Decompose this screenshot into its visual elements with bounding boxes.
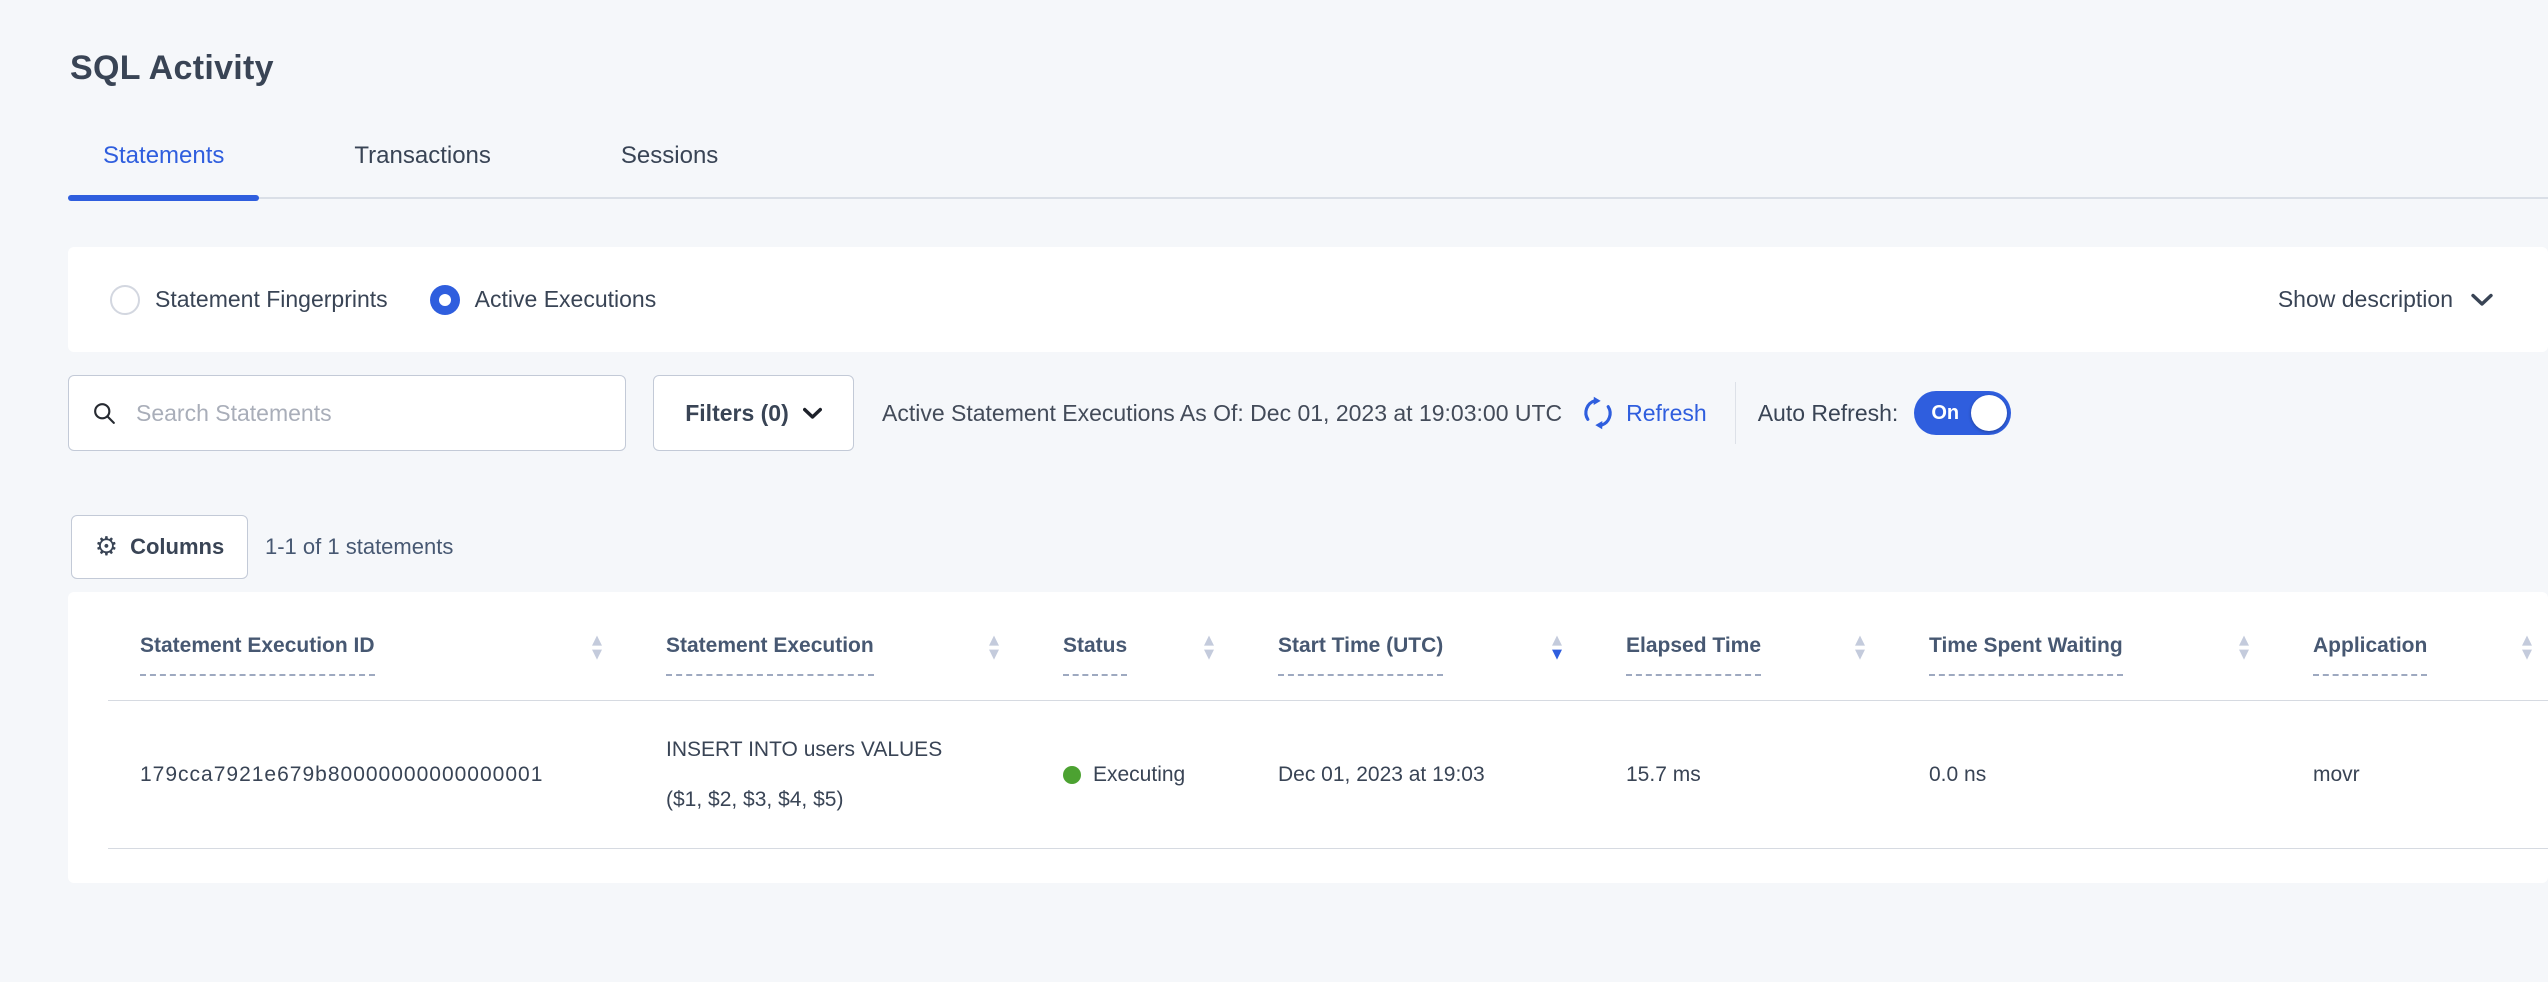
column-header-start-time[interactable]: Start Time (UTC) ▲▼	[1278, 634, 1626, 700]
tab-sessions[interactable]: Sessions	[586, 142, 753, 197]
column-header-status[interactable]: Status ▲▼	[1063, 634, 1278, 700]
tab-transactions[interactable]: Transactions	[319, 142, 526, 197]
statements-table-card: Statement Execution ID ▲▼ Statement Exec…	[68, 592, 2548, 883]
cell-start-time: Dec 01, 2023 at 19:03	[1278, 763, 1626, 787]
auto-refresh-toggle[interactable]: On	[1914, 391, 2011, 435]
column-header-time-spent-waiting[interactable]: Time Spent Waiting ▲▼	[1929, 634, 2313, 700]
sort-arrows-icon: ▲▼	[2522, 635, 2532, 660]
column-header-elapsed-time[interactable]: Elapsed Time ▲▼	[1626, 634, 1929, 700]
cell-elapsed-time: 15.7 ms	[1626, 763, 1929, 787]
cell-statement: INSERT INTO users VALUES ($1, $2, $3, $4…	[666, 725, 1063, 825]
chevron-down-icon	[2471, 293, 2493, 307]
controls-row: Filters (0) Active Statement Executions …	[68, 375, 2011, 451]
refresh-button[interactable]: Refresh	[1580, 395, 1707, 431]
radio-selected-icon	[430, 285, 460, 315]
toggle-state-label: On	[1931, 402, 1959, 425]
show-description-toggle[interactable]: Show description	[2278, 286, 2493, 313]
result-count: 1-1 of 1 statements	[265, 534, 453, 560]
refresh-label: Refresh	[1626, 400, 1707, 427]
vertical-divider	[1735, 382, 1736, 444]
filters-label: Filters (0)	[685, 400, 789, 427]
sort-arrows-icon: ▲▼	[592, 635, 602, 660]
cell-application: movr	[2313, 763, 2548, 787]
cell-execution-id: 179cca7921e679b80000000000000001	[108, 763, 666, 787]
status-dot-icon	[1063, 766, 1081, 784]
sort-arrows-icon: ▲▼	[1855, 635, 1865, 660]
search-box	[68, 375, 626, 451]
chevron-down-icon	[803, 407, 822, 420]
sort-arrows-icon: ▲▼	[2239, 635, 2249, 660]
view-mode-radio-group: Statement Fingerprints Active Executions	[110, 285, 656, 315]
column-header-application[interactable]: Application ▲▼	[2313, 634, 2548, 700]
table-toolbar: ⚙ Columns 1-1 of 1 statements	[71, 515, 453, 579]
show-description-label: Show description	[2278, 286, 2453, 313]
radio-circle-icon	[110, 285, 140, 315]
sort-arrows-icon: ▲▼	[1204, 635, 1214, 660]
column-header-statement-execution[interactable]: Statement Execution ▲▼	[666, 634, 1063, 700]
gear-icon: ⚙	[95, 534, 118, 560]
filters-button[interactable]: Filters (0)	[653, 375, 854, 451]
tab-bar: Statements Transactions Sessions	[68, 142, 2548, 199]
radio-active-executions[interactable]: Active Executions	[430, 285, 657, 315]
radio-statement-fingerprints[interactable]: Statement Fingerprints	[110, 285, 388, 315]
cell-time-spent-waiting: 0.0 ns	[1929, 763, 2313, 787]
toggle-knob-icon	[1971, 395, 2007, 431]
as-of-label: Active Statement Executions As Of: Dec 0…	[882, 400, 1562, 427]
auto-refresh-label: Auto Refresh:	[1758, 400, 1899, 427]
refresh-icon	[1580, 395, 1616, 431]
cell-status: Executing	[1063, 763, 1278, 787]
table-row: 179cca7921e679b80000000000000001 INSERT …	[108, 701, 2548, 849]
page-title: SQL Activity	[70, 49, 274, 88]
columns-label: Columns	[130, 534, 224, 560]
table-header-row: Statement Execution ID ▲▼ Statement Exec…	[108, 592, 2548, 701]
sort-arrows-icon: ▲▼	[989, 635, 999, 660]
search-input[interactable]	[134, 399, 615, 428]
view-mode-card: Statement Fingerprints Active Executions…	[68, 247, 2548, 352]
search-icon	[91, 400, 118, 427]
columns-button[interactable]: ⚙ Columns	[71, 515, 248, 579]
radio-label: Statement Fingerprints	[155, 286, 388, 313]
tab-statements[interactable]: Statements	[68, 142, 259, 197]
column-header-statement-execution-id[interactable]: Statement Execution ID ▲▼	[108, 634, 666, 700]
sort-arrows-desc-icon: ▲▼	[1552, 635, 1562, 660]
radio-label: Active Executions	[475, 286, 657, 313]
